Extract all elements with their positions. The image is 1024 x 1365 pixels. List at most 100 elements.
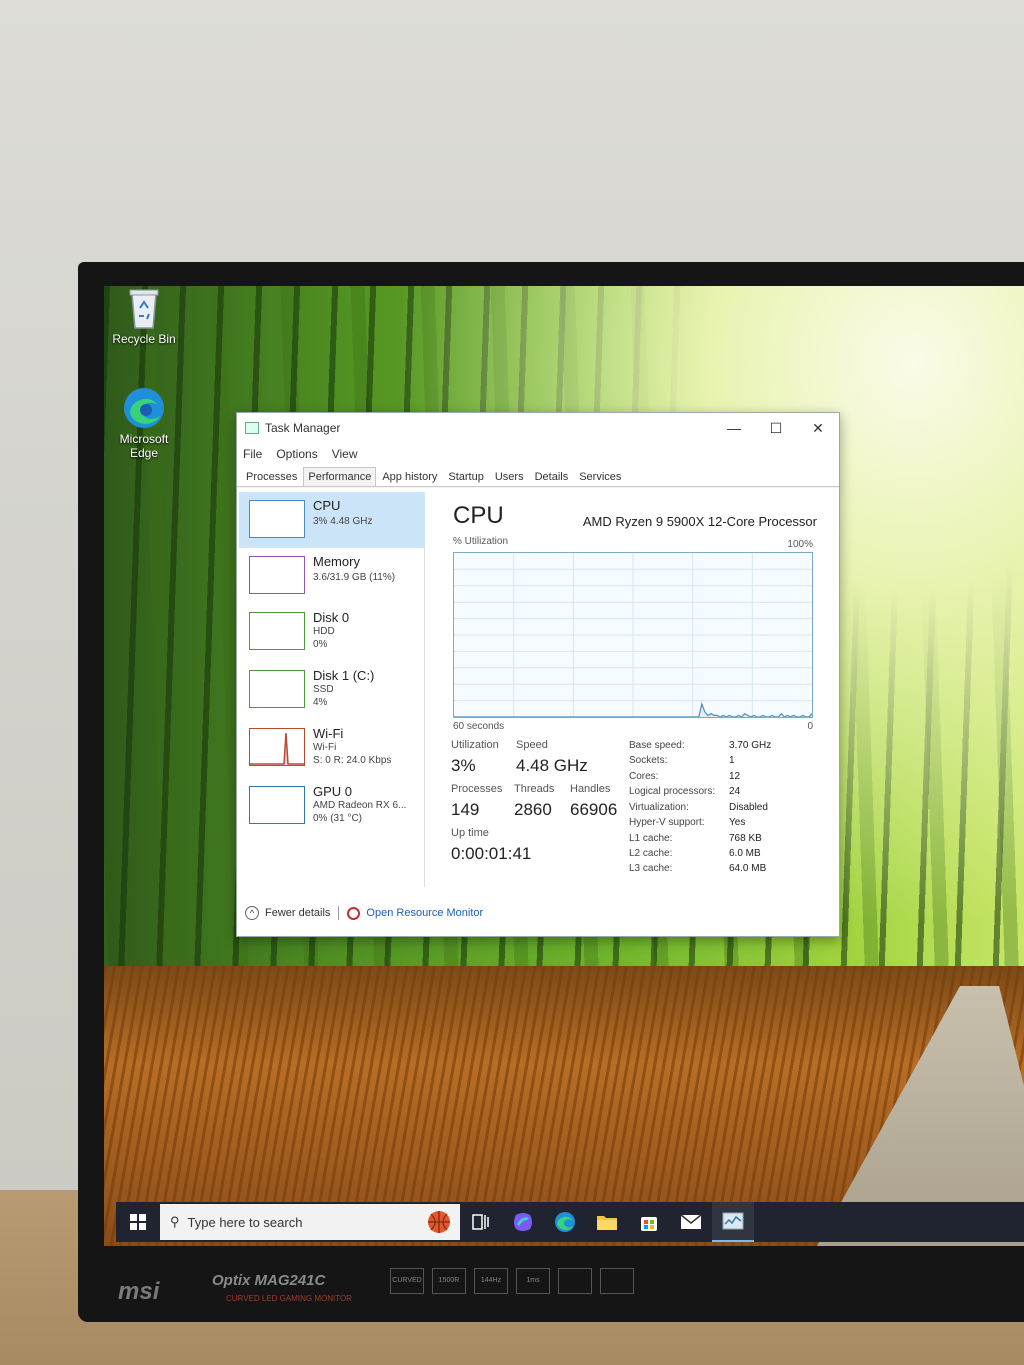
close-button[interactable]: ✕ [797,413,839,443]
edge-taskbar-button[interactable] [544,1202,586,1242]
file-explorer-button[interactable] [586,1202,628,1242]
tab-startup[interactable]: Startup [443,467,488,486]
copilot-button[interactable] [502,1202,544,1242]
spec-label: L1 cache: [629,833,673,844]
menu-view[interactable]: View [332,447,358,461]
menu-options[interactable]: Options [276,447,317,461]
utilization-max-label: 100% [787,539,813,550]
open-resource-monitor-link[interactable]: Open Resource Monitor [347,906,483,920]
tab-users[interactable]: Users [490,467,529,486]
menu-file[interactable]: File [243,447,262,461]
tab-strip: Processes Performance App history Startu… [237,465,839,487]
sidebar-item-detail: HDD [313,626,335,637]
start-button[interactable] [116,1202,160,1242]
disk0-mini-graph [249,612,305,650]
utilization-value: 3% [451,756,476,775]
monitor-feature-badges: CURVED 1500R 144Hz 1ms [390,1268,642,1294]
gpu-mini-graph [249,786,305,824]
chevron-up-icon: ^ [245,906,259,920]
mail-button[interactable] [670,1202,712,1242]
uptime-label: Up time [451,827,489,839]
store-button[interactable] [628,1202,670,1242]
sidebar-item-detail: SSD [313,684,334,695]
sidebar-item-wifi[interactable]: Wi-Fi Wi-Fi S: 0 R: 24.0 Kbps [239,720,425,776]
feature-badge [600,1268,634,1294]
task-view-button[interactable] [460,1202,502,1242]
spec-value: Yes [729,817,746,828]
graph-time-span: 60 seconds [453,721,505,732]
monitor-subtitle: CURVED LED GAMING MONITOR [226,1294,352,1303]
edge-icon [555,1212,575,1232]
spec-label: Virtualization: [629,802,689,813]
spec-value: 3.70 GHz [729,740,772,751]
desktop-icon-edge[interactable]: Microsoft Edge [104,386,184,460]
sidebar-item-cpu[interactable]: CPU 3% 4.48 GHz [239,492,425,548]
spec-value: 1 [729,755,735,766]
title-bar[interactable]: Task Manager — ☐ ✕ [237,413,839,443]
sidebar-item-disk1[interactable]: Disk 1 (C:) SSD 4% [239,662,425,718]
maximize-button[interactable]: ☐ [755,413,797,443]
menu-bar: File Options View [237,443,839,465]
mail-icon [680,1214,702,1229]
window-controls: — ☐ ✕ [713,413,839,443]
spec-value: 64.0 MB [729,863,767,874]
search-highlight-icon [426,1209,452,1235]
desktop-icon-recycle-bin[interactable]: Recycle Bin [104,286,184,346]
feature-badge: 144Hz [474,1268,508,1294]
sidebar-item-memory[interactable]: Memory 3.6/31.9 GB (11%) [239,548,425,604]
windows-logo-icon [130,1214,146,1230]
desktop-icon-label: Microsoft Edge [119,432,169,460]
graph-zero-label: 0 [807,721,813,732]
resource-monitor-icon [347,906,361,920]
sidebar-item-gpu[interactable]: GPU 0 AMD Radeon RX 6... 0% (31 °C) [239,778,425,834]
feature-badge: 1500R [432,1268,466,1294]
sidebar-item-detail: S: 0 R: 24.0 Kbps [313,755,392,766]
monitor-brand-logo: msi [118,1278,160,1305]
sidebar-item-detail: 0% (31 °C) [313,813,363,824]
minimize-button[interactable]: — [713,413,755,443]
sidebar-item-detail: 4% [313,697,328,708]
cpu-utilization-graph [453,552,813,718]
handles-value: 66906 [570,800,618,819]
sidebar-item-label: Disk 1 (C:) [313,668,375,683]
sidebar-item-label: Wi-Fi [313,726,344,741]
sidebar-item-detail: 3% 4.48 GHz [313,516,373,527]
feature-badge: CURVED [390,1268,424,1294]
spec-label: Base speed: [629,740,685,751]
task-view-icon [472,1214,489,1230]
taskbar-search[interactable]: ⚲ Type here to search [160,1204,460,1240]
tab-services[interactable]: Services [574,467,626,486]
edge-icon [124,388,164,428]
task-manager-icon [245,422,259,434]
wifi-mini-graph [249,728,305,766]
task-manager-taskbar-button[interactable] [712,1202,754,1242]
tab-processes[interactable]: Processes [241,467,302,486]
tab-performance[interactable]: Performance [303,467,377,486]
spec-value: 24 [729,786,741,797]
sidebar-item-label: GPU 0 [313,784,353,799]
threads-label: Threads [514,783,555,795]
memory-mini-graph [249,556,305,594]
disk1-mini-graph [249,670,305,708]
sidebar-item-detail: Wi-Fi [313,742,337,753]
sidebar-item-disk0[interactable]: Disk 0 HDD 0% [239,604,425,660]
fewer-details-label: Fewer details [265,907,331,919]
speed-label: Speed [516,739,548,751]
spec-value: 6.0 MB [729,848,761,859]
sidebar-item-label: Disk 0 [313,610,350,625]
resource-sidebar: CPU 3% 4.48 GHz Memory 3.6/31.9 GB (11%)… [239,492,425,887]
sidebar-item-label: Memory [313,554,360,569]
fewer-details-button[interactable]: ^ Fewer details [245,906,330,920]
spec-label: Logical processors: [629,786,716,797]
window-title: Task Manager [265,421,341,435]
task-manager-footer: ^ Fewer details Open Resource Monitor [237,898,839,928]
task-manager-window[interactable]: Task Manager — ☐ ✕ File Options View Pro… [236,412,840,937]
threads-value: 2860 [514,800,552,819]
desktop-icon-label: Recycle Bin [112,332,176,346]
spec-label: L3 cache: [629,863,673,874]
tab-app-history[interactable]: App history [377,467,442,486]
uptime-value: 0:00:01:41 [451,844,532,863]
processes-label: Processes [451,783,503,795]
tab-details[interactable]: Details [530,467,574,486]
spec-label: Hyper-V support: [629,817,705,828]
